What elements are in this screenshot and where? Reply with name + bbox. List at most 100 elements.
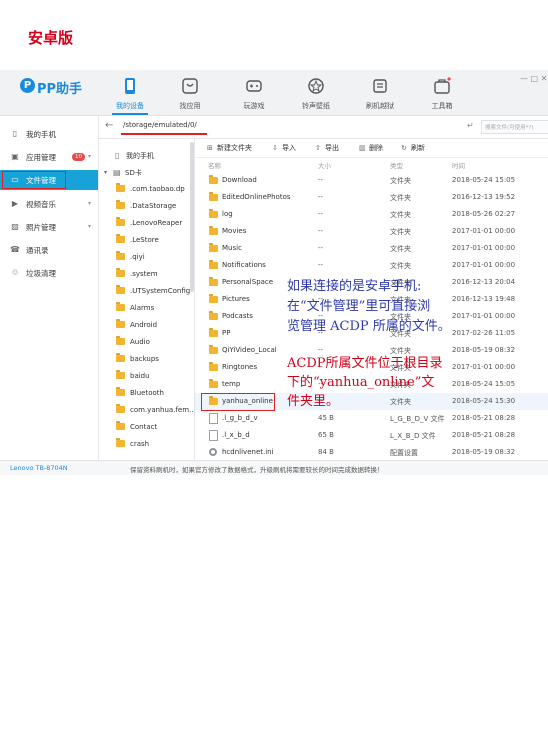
top-header: P PP助手 我的设备 找应用 玩游戏 铃声壁纸 刷机越狱 工具箱 — □ ✕ (0, 70, 548, 116)
tree-folder-item[interactable]: Audio (99, 334, 194, 351)
sidebar-item-my-phone[interactable]: ▯ 我的手机 (0, 124, 98, 144)
nav-my-device[interactable]: 我的设备 (100, 70, 160, 115)
folder-icon (209, 226, 218, 237)
tree-label: .LenovoReaper (130, 219, 183, 227)
cell-type: L_X_B_D 文件 (390, 432, 436, 440)
table-row[interactable]: hcdnlivenet.ini 84 B 配置设置 2018-05-19 08:32 (195, 444, 548, 460)
table-row[interactable]: .l_g_b_d_v 45 B L_G_B_D_V 文件 2018-05-21 08:… (195, 410, 548, 427)
sidebar-item-video-music[interactable]: ▶ 视频音乐 ▾ (0, 194, 98, 214)
nav-games[interactable]: 玩游戏 (224, 70, 284, 115)
path-bar: ← /storage/emulated/0/ ↵ 搜索文件(可使用*?) (99, 116, 548, 139)
folder-icon (209, 379, 218, 390)
contacts-icon: ☎ (10, 245, 20, 254)
nav-ringtones[interactable]: 铃声壁纸 (286, 70, 346, 115)
tree-label: Audio (130, 338, 150, 346)
enter-icon[interactable]: ↵ (467, 121, 474, 130)
tree-folder-item[interactable]: baidu (99, 368, 194, 385)
import-button[interactable]: ⇩ 导入 (272, 143, 296, 153)
file-icon (209, 413, 218, 426)
tree-folder-item[interactable]: Alarms (99, 300, 194, 317)
sidebar-item-file-manager[interactable]: ▭ 文件管理 (0, 170, 98, 190)
tree-item-my-phone[interactable]: ▯ 我的手机 (99, 147, 194, 164)
annotation-line: 下的“yanhua_online”文 (287, 375, 435, 390)
status-bar: Lenovo TB-8704N 保留资料刷机时，如果官方修改了数据格式，升级刷机… (0, 460, 548, 475)
sidebar-item-cleanup[interactable]: ♲ 垃圾清理 (0, 263, 98, 283)
device-name[interactable]: Lenovo TB-8704N (10, 464, 68, 472)
tree-folder-item[interactable]: backups (99, 351, 194, 368)
sidebar-item-contacts[interactable]: ☎ 通讯录 (0, 240, 98, 260)
tree-scrollbar[interactable] (190, 142, 194, 292)
nav-find-apps[interactable]: 找应用 (160, 70, 220, 115)
folder-icon (116, 387, 125, 398)
sidebar-item-app-manager[interactable]: ▣ 应用管理 10 ▾ (0, 147, 98, 167)
export-icon: ⇧ (315, 144, 321, 152)
column-time[interactable]: 时间 (452, 160, 465, 170)
cell-name: Ringtones (222, 363, 258, 371)
tree-folder-item[interactable]: crash (99, 436, 194, 453)
new-folder-icon: ⊞ (207, 144, 213, 152)
table-row[interactable]: log -- 文件夹 2018-05-26 02:27 (195, 206, 548, 223)
folder-icon (116, 183, 125, 194)
table-row[interactable]: .l_x_b_d 65 B L_X_B_D 文件 2018-05-21 08:28 (195, 427, 548, 444)
table-row[interactable]: Download -- 文件夹 2018-05-24 15:05 (195, 172, 548, 189)
folder-icon (116, 353, 125, 364)
new-folder-button[interactable]: ⊞ 新建文件夹 (207, 143, 252, 153)
cell-name: PersonalSpace (222, 278, 274, 286)
folder-icon (209, 311, 218, 322)
cell-time: 2018-05-19 08:32 (452, 448, 516, 456)
annotation-highlight-box (2, 171, 66, 189)
update-count-badge: 10 (72, 153, 85, 161)
export-button[interactable]: ⇧ 导出 (315, 143, 339, 153)
tree-folder-item[interactable]: Bluetooth (99, 385, 194, 402)
table-row[interactable]: Notifications -- 文件夹 2017-01-01 00:00 (195, 257, 548, 274)
column-type[interactable]: 类型 (390, 160, 403, 170)
tree-folder-item[interactable]: Android (99, 317, 194, 334)
nav-flash[interactable]: 刷机越狱 (350, 70, 410, 115)
cell-size: 45 B (318, 414, 334, 422)
cell-time: 2018-05-21 08:28 (452, 431, 516, 439)
cell-type: 配置设置 (390, 449, 418, 457)
annotation-line: 览管理 ACDP 所属的文件。 (287, 319, 451, 334)
tree-folder-item[interactable]: Contact (99, 419, 194, 436)
folder-icon (116, 200, 125, 211)
cell-type: 文件夹 (390, 177, 411, 185)
back-arrow-icon[interactable]: ← (105, 120, 113, 131)
table-row[interactable]: Music -- 文件夹 2017-01-01 00:00 (195, 240, 548, 257)
sidebar-item-photo-manager[interactable]: ▨ 照片管理 ▾ (0, 217, 98, 237)
android-edition-overlay: 安卓版 (28, 29, 74, 47)
tree-folder-item[interactable]: com.yanhua.fem... (99, 402, 194, 419)
column-name[interactable]: 名称 (208, 160, 221, 170)
cell-type: 文件夹 (390, 228, 411, 236)
table-row[interactable]: EditedOnlinePhotos -- 文件夹 2016-12-13 19:52 (195, 189, 548, 206)
annotation-line: 在“文件管理”里可直接浏 (287, 299, 431, 314)
folder-icon (116, 217, 125, 228)
tree-folder-item[interactable]: .LenovoReaper (99, 215, 194, 232)
cell-time: 2018-05-24 15:05 (452, 176, 516, 184)
tree-label: .DataStorage (130, 202, 177, 210)
photo-icon: ▨ (11, 222, 19, 231)
search-input[interactable]: 搜索文件(可使用*?) (481, 120, 548, 134)
tree-folder-item[interactable]: .system (99, 266, 194, 283)
folder-icon (116, 421, 125, 432)
table-row[interactable]: Movies -- 文件夹 2017-01-01 00:00 (195, 223, 548, 240)
tree-folder-item[interactable]: .qiyi (99, 249, 194, 266)
cell-size: -- (318, 176, 324, 184)
tree-folder-item[interactable]: .DataStorage (99, 198, 194, 215)
window-controls[interactable]: — □ ✕ (520, 74, 547, 83)
tree-label: Alarms (130, 304, 155, 312)
nav-label: 刷机越狱 (366, 102, 394, 110)
tree-item-sd-card[interactable]: ▾ ▤ SD卡 (99, 164, 194, 181)
refresh-button[interactable]: ↻ 刷新 (401, 143, 425, 153)
column-size[interactable]: 大小 (318, 160, 331, 170)
tree-folder-item[interactable]: .com.taobao.dp (99, 181, 194, 198)
annotation-highlight-box (201, 393, 275, 411)
tree-folder-item[interactable]: .LeStore (99, 232, 194, 249)
nav-label: 找应用 (179, 102, 201, 110)
cell-size: -- (318, 210, 324, 218)
tree-folder-item[interactable]: .UTSystemConfig (99, 283, 194, 300)
ringtone-icon (308, 78, 324, 94)
path-input[interactable]: /storage/emulated/0/ (123, 121, 197, 129)
delete-button[interactable]: ▥ 删除 (359, 143, 383, 153)
cell-name: PP (222, 329, 231, 337)
nav-toolbox[interactable]: 工具箱 (412, 70, 472, 115)
